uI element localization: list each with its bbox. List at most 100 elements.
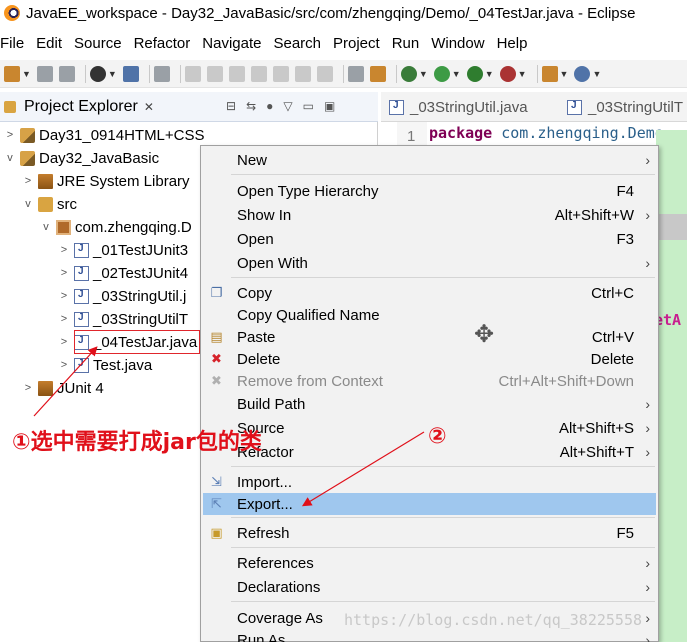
java-file-icon — [567, 100, 582, 115]
code-package: com.zhengqing.Demo — [501, 124, 664, 142]
menu-item-open-type-hierarchy[interactable]: Open Type Hierarchy F4 — [203, 180, 656, 202]
step-over-icon[interactable] — [294, 65, 311, 82]
menu-run[interactable]: Run — [392, 35, 428, 52]
tree-item[interactable]: > Test.java — [58, 354, 152, 376]
code-line[interactable]: package com.zhengqing.Demo — [429, 124, 664, 142]
skip-breakpoints-icon[interactable] — [153, 65, 170, 82]
chevron-down-icon[interactable]: ▼ — [485, 69, 494, 79]
tree-item[interactable]: > _03StringUtil.j — [58, 285, 187, 307]
run-icon[interactable] — [433, 65, 450, 82]
minimize-icon[interactable]: ▭ — [303, 99, 314, 113]
chevron-down-icon[interactable]: ▼ — [560, 69, 569, 79]
view-menu-icon[interactable]: ▽ — [283, 99, 292, 113]
focus-icon[interactable]: ● — [266, 99, 273, 113]
menu-item-paste[interactable]: ▤ Paste Ctrl+V — [203, 326, 656, 348]
chevron-down-icon[interactable]: ▼ — [592, 69, 601, 79]
twisty-icon[interactable]: v — [4, 152, 16, 164]
terminate-icon[interactable] — [228, 65, 245, 82]
menu-item-open-with[interactable]: Open With › — [203, 252, 656, 274]
twisty-icon[interactable]: > — [58, 267, 70, 279]
menu-item-show-in[interactable]: Show In Alt+Shift+W › — [203, 204, 656, 226]
twisty-icon[interactable]: > — [58, 336, 70, 348]
link-editor-icon[interactable]: ⇆ — [246, 99, 256, 113]
menu-edit[interactable]: Edit — [36, 35, 70, 52]
coverage-icon[interactable] — [466, 65, 483, 82]
menu-item-copy[interactable]: ❐ Copy Ctrl+C — [203, 282, 656, 304]
menu-separator — [231, 547, 655, 548]
wizard-icon[interactable] — [369, 65, 386, 82]
menu-search[interactable]: Search — [273, 35, 329, 52]
menu-file[interactable]: File — [0, 35, 32, 52]
twisty-icon[interactable]: v — [40, 221, 52, 233]
new-class-icon[interactable] — [574, 65, 591, 82]
menu-item-open[interactable]: Open F3 — [203, 228, 656, 250]
chevron-down-icon[interactable]: ▼ — [419, 69, 428, 79]
new-java-project-icon[interactable] — [541, 65, 558, 82]
menu-project[interactable]: Project — [333, 35, 388, 52]
chevron-down-icon[interactable]: ▼ — [22, 69, 31, 79]
tree-item[interactable]: > _03StringUtilT — [58, 308, 188, 330]
maximize-icon[interactable]: ▣ — [324, 99, 335, 113]
twisty-icon[interactable]: > — [58, 313, 70, 325]
menu-navigate[interactable]: Navigate — [202, 35, 269, 52]
twisty-icon[interactable]: > — [58, 244, 70, 256]
menu-item-label: Refresh — [237, 524, 290, 542]
suspend-icon[interactable] — [206, 65, 223, 82]
debug-icon[interactable] — [400, 65, 417, 82]
step-into-icon[interactable] — [272, 65, 289, 82]
step-return-icon[interactable] — [316, 65, 333, 82]
menu-item-declarations[interactable]: Declarations › — [203, 576, 656, 598]
list-icon[interactable] — [347, 65, 364, 82]
tree-item[interactable]: > _01TestJUnit3 — [58, 239, 188, 261]
new-icon[interactable] — [4, 65, 20, 82]
menu-item-new[interactable]: New › — [203, 149, 656, 171]
menu-source[interactable]: Source — [74, 35, 130, 52]
twisty-icon[interactable]: > — [58, 290, 70, 302]
console-icon[interactable] — [122, 65, 139, 82]
menu-item-run-as[interactable]: Run As › — [203, 629, 656, 642]
menu-window[interactable]: Window — [431, 35, 492, 52]
menu-item-copy-qualified-name[interactable]: Copy Qualified Name — [203, 304, 656, 326]
menu-item-remove-from-context[interactable]: ✖ Remove from Context Ctrl+Alt+Shift+Dow… — [203, 370, 656, 392]
menu-item-shortcut: Ctrl+V — [591, 328, 634, 346]
menu-item-references[interactable]: References › — [203, 552, 656, 574]
user-icon[interactable] — [89, 65, 106, 82]
external-tools-icon[interactable] — [499, 65, 516, 82]
disconnect-icon[interactable] — [250, 65, 267, 82]
twisty-icon[interactable]: > — [4, 129, 16, 141]
menu-refactor[interactable]: Refactor — [134, 35, 199, 52]
chevron-down-icon[interactable]: ▼ — [518, 69, 527, 79]
tree-item[interactable]: > JRE System Library — [22, 170, 190, 192]
resume-icon[interactable] — [184, 65, 201, 82]
toolbar-separator — [342, 64, 344, 83]
close-icon[interactable]: ✕ — [144, 100, 154, 114]
tree-item[interactable]: > JUnit 4 — [22, 377, 104, 399]
project-icon — [20, 127, 35, 143]
menu-item-export[interactable]: ⇱ Export... — [203, 493, 656, 515]
menu-item-label: References — [237, 554, 314, 572]
menu-item-delete[interactable]: ✖ Delete Delete — [203, 348, 656, 370]
tree-item[interactable]: v Day32_JavaBasic — [4, 147, 159, 169]
editor-tab[interactable]: _03StringUtil.java — [389, 99, 528, 116]
tree-item[interactable]: > Day31_0914HTML+CSS — [4, 124, 205, 146]
twisty-icon[interactable]: > — [22, 382, 34, 394]
menu-item-import[interactable]: ⇲ Import... — [203, 471, 656, 493]
save-all-icon[interactable] — [58, 65, 75, 82]
menu-item-build-path[interactable]: Build Path › — [203, 393, 656, 415]
tree-item[interactable]: v com.zhengqing.D — [40, 216, 191, 238]
tab-project-explorer[interactable]: Project Explorer ✕ ⊟ ⇆ ● ▽ ▭ ▣ — [0, 92, 378, 122]
menu-item-label: Remove from Context — [237, 372, 383, 390]
twisty-icon[interactable]: > — [58, 359, 70, 371]
submenu-arrow-icon: › — [645, 255, 650, 271]
twisty-icon[interactable]: v — [22, 198, 34, 210]
save-icon[interactable] — [36, 65, 53, 82]
twisty-icon[interactable]: > — [22, 175, 34, 187]
collapse-all-icon[interactable]: ⊟ — [226, 99, 236, 113]
menu-help[interactable]: Help — [497, 35, 536, 52]
chevron-down-icon[interactable]: ▼ — [452, 69, 461, 79]
menu-item-refresh[interactable]: ▣ Refresh F5 — [203, 522, 656, 544]
editor-tab[interactable]: _03StringUtilT — [567, 99, 683, 116]
chevron-down-icon[interactable]: ▼ — [108, 69, 117, 79]
tree-item[interactable]: > _02TestJUnit4 — [58, 262, 188, 284]
tree-item[interactable]: v src — [22, 193, 77, 215]
